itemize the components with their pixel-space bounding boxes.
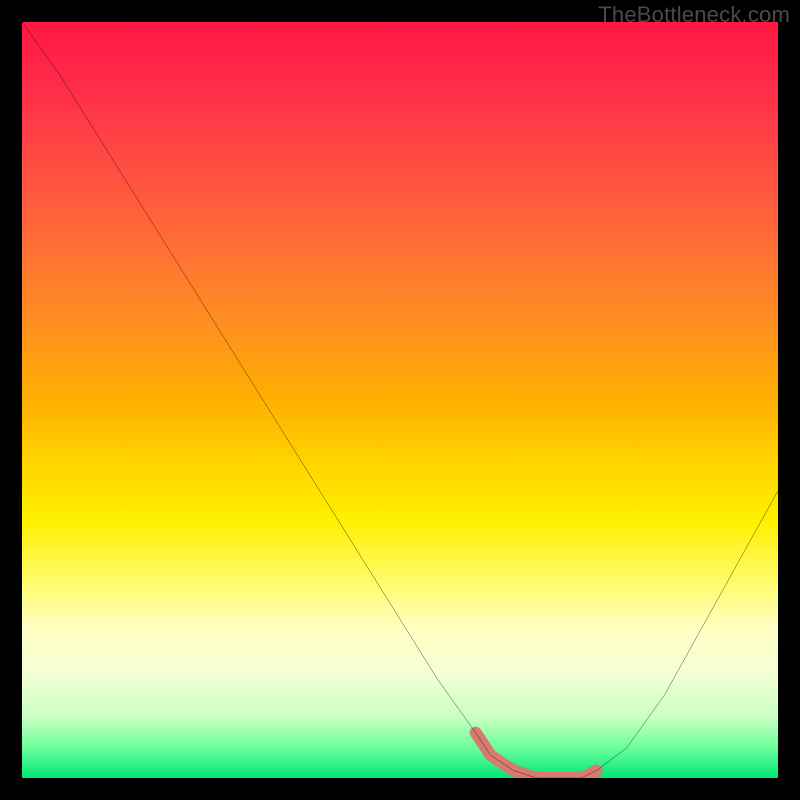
bottleneck-curve-line <box>22 22 778 778</box>
optimal-highlight-line <box>22 22 778 778</box>
watermark-text: TheBottleneck.com <box>598 2 790 28</box>
chart-plot-area <box>22 22 778 778</box>
chart-frame: TheBottleneck.com <box>0 0 800 800</box>
